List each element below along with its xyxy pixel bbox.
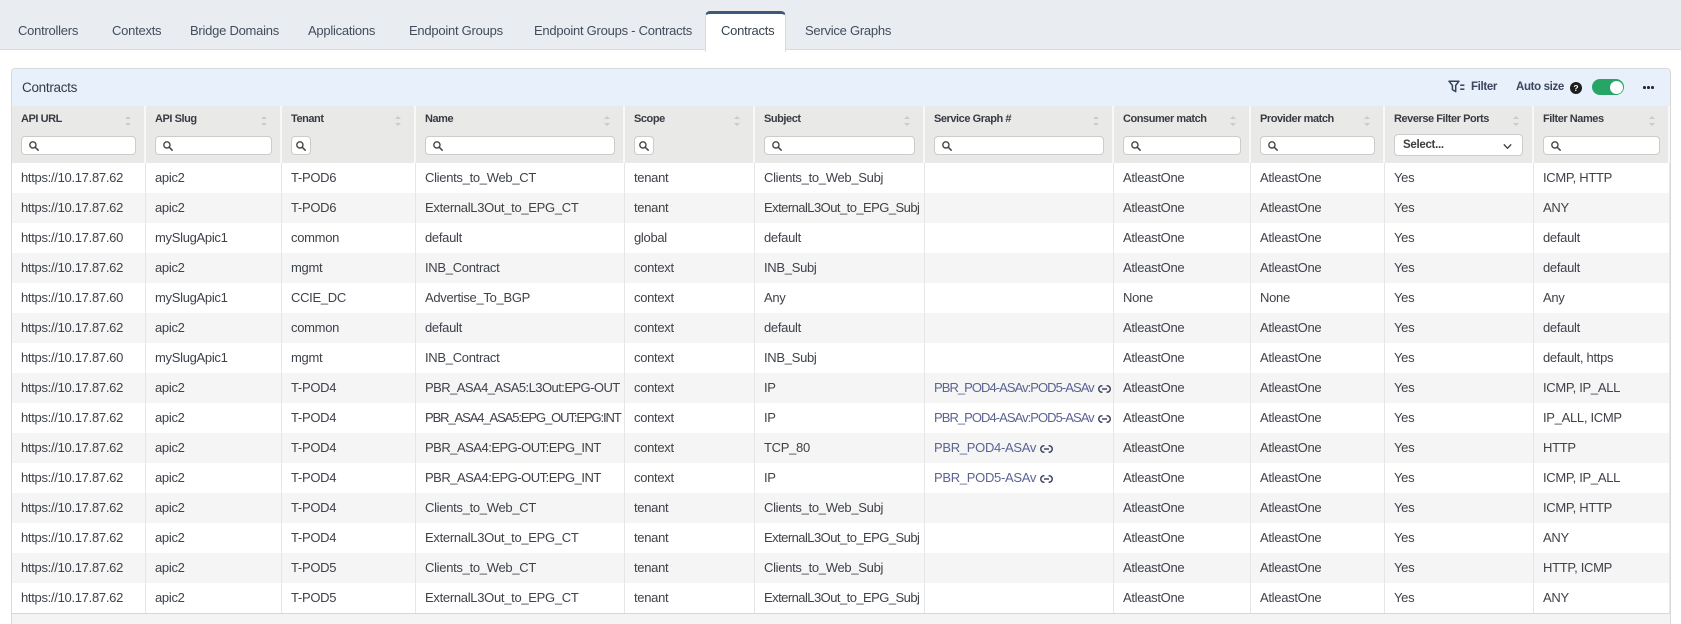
svg-text:?: ? [1573,82,1578,92]
